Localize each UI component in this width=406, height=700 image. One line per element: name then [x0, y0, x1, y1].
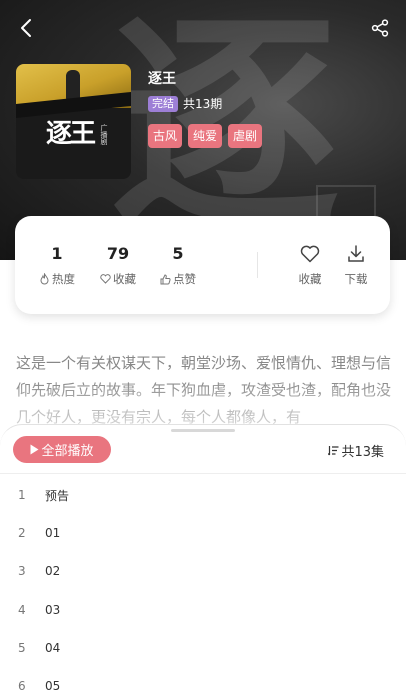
total-episodes-label: 共13集 [341, 445, 384, 460]
favorite-button[interactable]: 收藏 [290, 244, 330, 286]
episode-row[interactable]: 2 01 [0, 514, 406, 552]
tag-list: 古风 纯爱 虐剧 [148, 124, 268, 148]
episode-title: 03 [45, 602, 61, 617]
back-button[interactable] [14, 16, 38, 40]
sort-list-icon [328, 446, 339, 456]
drag-handle[interactable] [171, 429, 235, 432]
cover-subtitle: 广播剧 [100, 124, 108, 145]
tag-gufeng[interactable]: 古风 [148, 124, 183, 148]
play-all-button[interactable]: 全部播放 [13, 436, 111, 463]
episode-number: 6 [18, 679, 26, 694]
stat-heat-label-row: 热度 [27, 272, 87, 286]
episode-title: 预告 [45, 488, 70, 503]
cover-title: 逐王 [46, 119, 96, 149]
episode-list: 1 预告 2 01 3 02 4 03 5 04 6 05 [0, 476, 406, 700]
stat-favorites-label: 收藏 [113, 272, 136, 286]
stats-card: 1 热度 79 收藏 5 点赞 收藏 下载 [15, 216, 390, 314]
stat-heat-value: 1 [51, 244, 63, 263]
episode-title: 05 [45, 679, 61, 694]
download-button[interactable]: 下载 [336, 244, 376, 286]
chevron-left-icon [21, 19, 31, 37]
episode-number: 2 [18, 526, 26, 541]
heart-icon [100, 274, 111, 284]
status-badge: 完结 [148, 95, 178, 112]
episode-row[interactable]: 3 02 [0, 552, 406, 590]
play-all-label: 全部播放 [41, 444, 94, 459]
panel-divider [0, 473, 406, 474]
share-icon [371, 19, 389, 37]
share-button[interactable] [368, 16, 392, 40]
stat-likes-label: 点赞 [173, 272, 196, 286]
stat-favorites-label-row: 收藏 [88, 272, 148, 286]
episode-row[interactable]: 5 04 [0, 629, 406, 667]
stat-likes: 5 点赞 [148, 244, 208, 286]
episode-title: 01 [45, 526, 61, 541]
stat-heat: 1 热度 [27, 244, 87, 286]
heart-outline-icon [300, 245, 320, 263]
tag-chunai[interactable]: 纯爱 [188, 124, 223, 148]
download-label: 下载 [344, 272, 368, 286]
episode-number: 3 [18, 564, 26, 579]
episode-row[interactable]: 4 03 [0, 591, 406, 629]
album-cover[interactable]: 逐王 广播剧 [16, 64, 131, 179]
episode-number: 1 [18, 488, 26, 503]
episode-number: 5 [18, 640, 26, 655]
episode-row[interactable]: 1 预告 [0, 476, 406, 514]
play-icon [30, 444, 39, 455]
album-title: 逐王 [148, 71, 176, 87]
favorite-icon-wrap [290, 244, 330, 264]
episode-count: 共13期 [183, 97, 223, 111]
stat-likes-label-row: 点赞 [148, 272, 208, 286]
download-icon [348, 245, 364, 262]
episode-title: 02 [45, 564, 61, 579]
flame-icon [40, 273, 49, 285]
playlist-panel: 全部播放 共13集 1 预告 2 01 3 02 4 03 5 04 6 05 [0, 424, 406, 700]
episode-sort-button[interactable]: 共13集 [328, 441, 384, 460]
stat-likes-value: 5 [172, 244, 184, 263]
thumb-up-icon [160, 273, 171, 284]
cover-art-figure [66, 70, 80, 100]
favorite-label: 收藏 [298, 272, 322, 286]
stat-heat-label: 热度 [52, 272, 75, 286]
episode-title: 04 [45, 640, 61, 655]
episode-number: 4 [18, 602, 26, 617]
stat-favorites: 79 收藏 [88, 244, 148, 286]
stat-favorites-value: 79 [106, 244, 130, 263]
download-icon-wrap [336, 244, 376, 264]
stats-divider [257, 252, 258, 278]
episode-row[interactable]: 6 05 [0, 667, 406, 700]
tag-nueju[interactable]: 虐剧 [228, 124, 263, 148]
album-status-row: 完结 共13期 [148, 95, 222, 112]
